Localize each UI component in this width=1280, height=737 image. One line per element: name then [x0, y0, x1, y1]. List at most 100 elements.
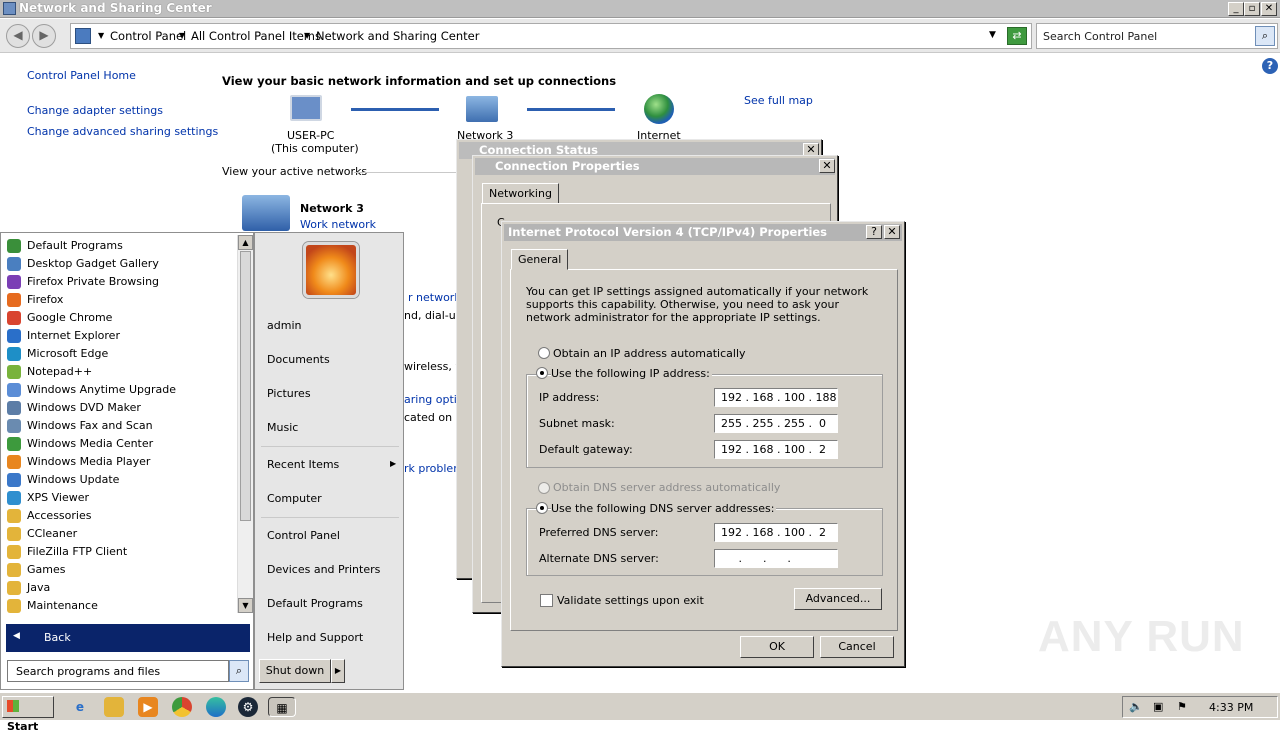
start-item-documents[interactable]: Documents	[267, 353, 330, 366]
partial-link-new-network[interactable]: r network	[408, 291, 461, 304]
ie-taskbar-icon[interactable]: e	[70, 697, 90, 717]
program-item[interactable]: Default Programs	[5, 237, 235, 255]
program-item[interactable]: Windows Fax and Scan	[5, 417, 235, 435]
ipv4-titlebar[interactable]: Internet Protocol Version 4 (TCP/IPv4) P…	[504, 224, 902, 241]
explorer-taskbar-icon[interactable]	[104, 697, 124, 717]
start-item-music[interactable]: Music	[267, 421, 298, 434]
connection-properties-close-button[interactable]: ✕	[819, 159, 835, 173]
start-item-devices-printers[interactable]: Devices and Printers	[267, 563, 380, 576]
program-item[interactable]: Maintenance	[5, 597, 235, 615]
start-item-default-programs[interactable]: Default Programs	[267, 597, 363, 610]
scroll-down-icon[interactable]: ▼	[238, 598, 253, 613]
back-row[interactable]: ◀ Back	[6, 624, 250, 652]
subnet-mask-field[interactable]: 255 . 255 . 255 . 0	[714, 414, 838, 433]
tab-general[interactable]: General	[511, 249, 569, 270]
obtain-ip-auto-label[interactable]: Obtain an IP address automatically	[553, 347, 746, 360]
media-player-taskbar-icon[interactable]: ▶	[138, 697, 158, 717]
program-item[interactable]: Java	[5, 579, 235, 597]
restore-button[interactable]: ▫	[1244, 2, 1260, 16]
validate-settings-checkbox[interactable]	[540, 594, 553, 607]
close-button[interactable]: ✕	[1261, 2, 1277, 16]
scroll-thumb[interactable]	[240, 251, 251, 521]
program-item[interactable]: XPS Viewer	[5, 489, 235, 507]
start-search-input[interactable]: Search programs and files	[7, 660, 229, 682]
cancel-button[interactable]: Cancel	[820, 636, 894, 658]
breadcrumb-network-center[interactable]: Network and Sharing Center	[316, 29, 479, 43]
scroll-up-icon[interactable]: ▲	[238, 235, 253, 250]
change-adapter-settings-link[interactable]: Change adapter settings	[27, 104, 163, 117]
start-item-admin[interactable]: admin	[267, 319, 301, 332]
partial-link-sharing[interactable]: aring optio	[404, 393, 464, 406]
program-item[interactable]: Windows Media Center	[5, 435, 235, 453]
minimize-button[interactable]: _	[1228, 2, 1244, 16]
breadcrumb-all-items[interactable]: All Control Panel Items	[191, 29, 321, 43]
ok-button[interactable]: OK	[740, 636, 814, 658]
advanced-button[interactable]: Advanced...	[794, 588, 882, 610]
change-advanced-sharing-link[interactable]: Change advanced sharing settings	[27, 125, 218, 138]
programs-scrollbar[interactable]: ▲ ▼	[237, 235, 253, 613]
shutdown-button[interactable]: Shut down	[259, 659, 331, 683]
program-item[interactable]: CCleaner	[5, 525, 235, 543]
chrome-taskbar-icon[interactable]	[172, 697, 192, 717]
program-item[interactable]: FileZilla FTP Client	[5, 543, 235, 561]
obtain-ip-auto-radio[interactable]	[538, 347, 550, 359]
start-item-recent-items[interactable]: Recent Items	[267, 458, 339, 471]
forward-nav-button[interactable]: ▶	[32, 24, 56, 48]
start-item-control-panel[interactable]: Control Panel	[267, 529, 340, 542]
use-following-dns-label[interactable]: Use the following DNS server addresses:	[551, 502, 777, 515]
refresh-icon[interactable]: ⇄	[1007, 27, 1027, 45]
ipv4-close-button[interactable]: ✕	[884, 225, 900, 239]
validate-settings-label[interactable]: Validate settings upon exit	[557, 594, 704, 607]
network-center-taskbar-button[interactable]: ▦	[268, 697, 296, 717]
shutdown-options-button[interactable]: ▶	[331, 659, 345, 683]
clock[interactable]: 4:33 PM	[1209, 701, 1253, 714]
partial-link-problems[interactable]: rk problem	[404, 462, 464, 475]
volume-icon[interactable]: 🔈	[1129, 700, 1143, 713]
user-picture-avatar[interactable]	[303, 242, 359, 298]
ipv4-help-button[interactable]: ?	[866, 225, 882, 239]
use-following-ip-radio[interactable]	[536, 367, 548, 379]
steam-taskbar-icon[interactable]: ⚙	[238, 697, 258, 717]
address-breadcrumb[interactable]: ▼ Control Panel ▼ All Control Panel Item…	[70, 23, 1032, 49]
program-item[interactable]: Windows DVD Maker	[5, 399, 235, 417]
see-full-map-link[interactable]: See full map	[744, 94, 813, 107]
preferred-dns-field[interactable]: 192 . 168 . 100 . 2	[714, 523, 838, 542]
start-item-computer[interactable]: Computer	[267, 492, 322, 505]
search-control-panel-input[interactable]: Search Control Panel ⌕	[1036, 23, 1278, 49]
start-search-icon[interactable]: ⌕	[229, 660, 249, 682]
address-dropdown-icon[interactable]: ▼	[989, 30, 996, 40]
obtain-dns-auto-radio[interactable]	[538, 482, 550, 494]
action-center-flag-icon[interactable]: ⚑	[1177, 700, 1187, 713]
ip-address-field[interactable]: 192 . 168 . 100 . 188	[714, 388, 838, 407]
breadcrumb-arrow-icon[interactable]: ▼	[98, 31, 104, 40]
use-following-ip-label[interactable]: Use the following IP address:	[551, 367, 712, 380]
connection-properties-titlebar[interactable]: Connection Properties	[475, 158, 835, 175]
start-button[interactable]: Start	[2, 696, 54, 733]
program-item[interactable]: Windows Update	[5, 471, 235, 489]
use-following-dns-radio[interactable]	[536, 502, 548, 514]
program-item[interactable]: Windows Anytime Upgrade	[5, 381, 235, 399]
program-item[interactable]: Windows Media Player	[5, 453, 235, 471]
program-item[interactable]: Accessories	[5, 507, 235, 525]
alternate-dns-field[interactable]: . . .	[714, 549, 838, 568]
program-item[interactable]: Firefox	[5, 291, 235, 309]
active-network-type-link[interactable]: Work network	[300, 218, 376, 231]
program-item[interactable]: Firefox Private Browsing	[5, 273, 235, 291]
program-item[interactable]: Notepad++	[5, 363, 235, 381]
network-tray-icon[interactable]: ▣	[1153, 700, 1163, 713]
control-panel-home-link[interactable]: Control Panel Home	[27, 69, 136, 82]
default-gateway-field[interactable]: 192 . 168 . 100 . 2	[714, 440, 838, 459]
breadcrumb-arrow-icon[interactable]: ▼	[304, 31, 310, 40]
program-item[interactable]: Google Chrome	[5, 309, 235, 327]
breadcrumb-control-panel[interactable]: Control Panel	[110, 29, 186, 43]
back-nav-button[interactable]: ◀	[6, 24, 30, 48]
program-item[interactable]: Microsoft Edge	[5, 345, 235, 363]
breadcrumb-arrow-icon[interactable]: ▼	[179, 31, 185, 40]
obtain-dns-auto-label[interactable]: Obtain DNS server address automatically	[553, 481, 780, 494]
tab-networking[interactable]: Networking	[482, 183, 559, 204]
search-icon[interactable]: ⌕	[1255, 26, 1275, 46]
start-item-pictures[interactable]: Pictures	[267, 387, 311, 400]
program-item[interactable]: Desktop Gadget Gallery	[5, 255, 235, 273]
program-item[interactable]: Games	[5, 561, 235, 579]
edge-taskbar-icon[interactable]	[206, 697, 226, 717]
